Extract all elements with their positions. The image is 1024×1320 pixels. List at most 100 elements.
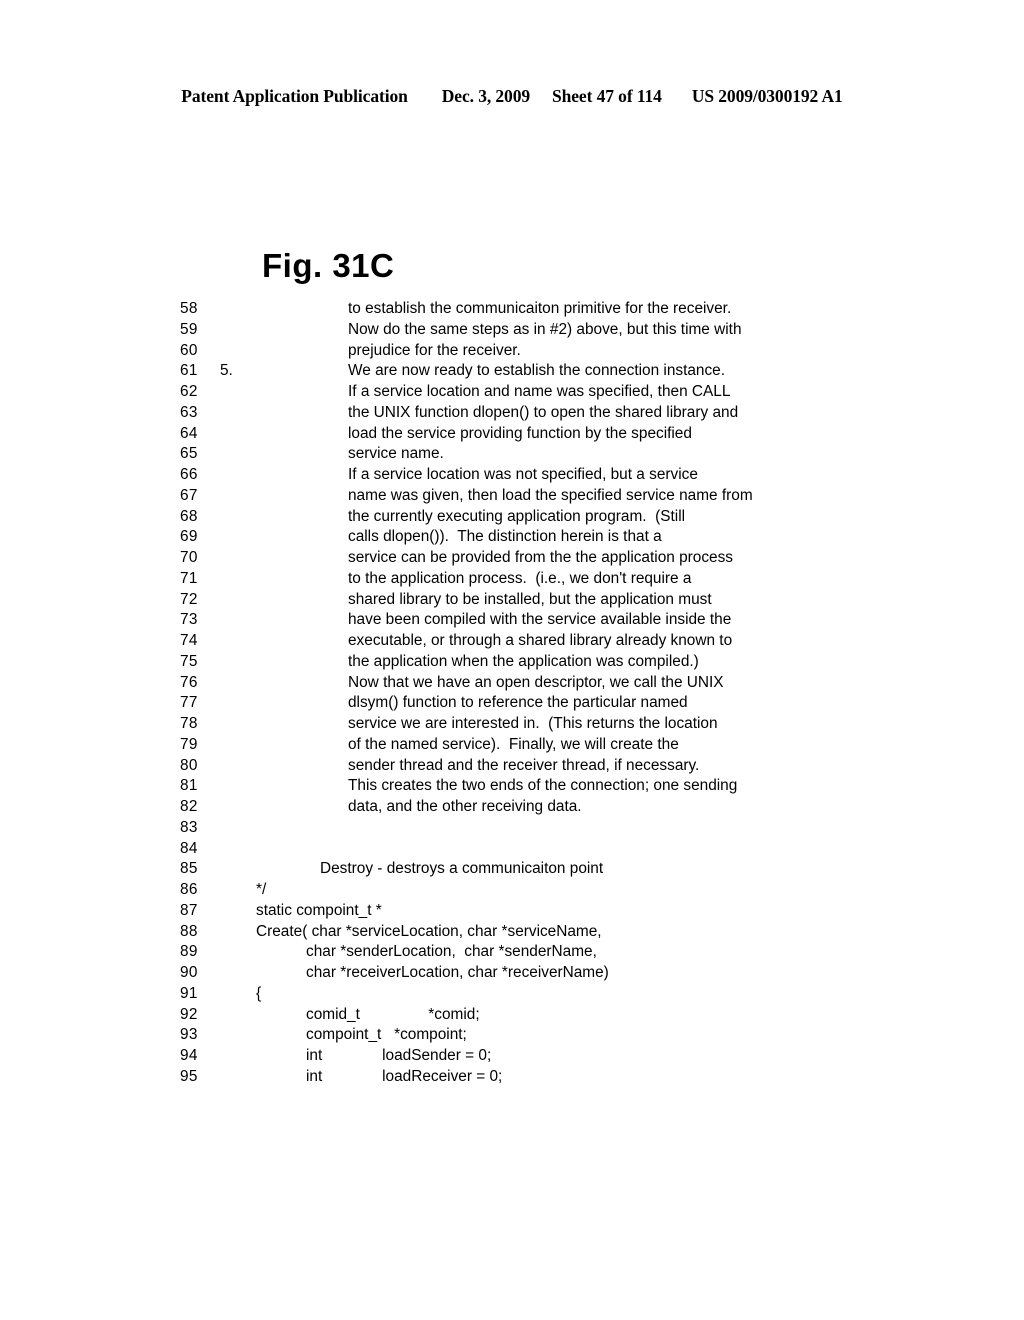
line-number: 89 [180,943,198,961]
line-number: 63 [180,403,198,421]
line-number: 82 [180,798,198,815]
page-header: Patent Application Publication Dec. 3, 2… [0,86,1024,107]
publication-date: Dec. 3, 2009 [441,86,530,106]
line-number: 77 [180,694,198,712]
line-number: 67 [180,486,198,504]
line-text: We are now ready to establish the connec… [348,362,726,380]
line-text: { [256,984,262,1002]
code-line: 76 Now that we have an open descriptor, w… [180,673,753,694]
code-line: 65 service name. [180,444,753,465]
line-text: name was given, then load the specified … [348,486,753,504]
code-line: 63 the UNIX function dlopen() to open the… [180,403,753,424]
line-text: data, and the other receiving data. [348,798,582,815]
code-line: 62 If a service location and name was spe… [180,382,753,403]
line-text: If a service location and name was speci… [348,383,731,400]
line-number: 81 [180,777,198,795]
line-number: 62 [180,383,198,400]
code-line: 85 Destroy - destroys a communicaiton poi… [180,859,753,880]
line-text: char *senderLocation, char *senderName, [306,943,597,961]
line-text: service can be provided from the the app… [348,549,733,566]
code-line: 58 to establish the communicaiton primiti… [180,299,753,320]
code-line: 77 dlsym() function to reference the part… [180,693,753,714]
line-number: 70 [180,549,198,566]
line-number: 59 [180,320,198,338]
line-text: Create( char *serviceLocation, char *ser… [256,922,602,940]
line-text: have been compiled with the service avai… [348,611,732,629]
code-line: 92 comid_t *comid; [180,1005,753,1026]
code-line: 83 [180,818,753,839]
code-line: 59 Now do the same steps as in #2) above,… [180,320,753,341]
line-text: prejudice for the receiver. [348,341,521,359]
line-number: 72 [180,590,198,608]
code-line: 87 static compoint_t * [180,901,753,922]
line-number: 78 [180,715,198,732]
line-text: the application when the application was… [348,652,699,670]
line-text: dlsym() function to reference the partic… [348,694,688,712]
code-line: 74 executable, or through a shared librar… [180,631,753,652]
line-number: 90 [180,964,198,981]
code-line: 79 of the named service). Finally, we wil… [180,735,753,756]
line-text: sender thread and the receiver thread, i… [348,756,700,774]
line-number: 76 [180,673,198,691]
line-number: 73 [180,611,198,629]
code-line: 68 the currently executing application pr… [180,507,753,528]
code-line: 71 to the application process. (i.e., we … [180,569,753,590]
line-number: 74 [180,632,198,649]
code-line: 91 { [180,984,753,1005]
code-line: 93 compoint_t *compoint; [180,1025,753,1046]
line-number: 66 [180,466,198,483]
line-number: 60 [180,341,198,359]
line-text: int loadReceiver = 0; [306,1067,503,1085]
line-text: */ [256,881,267,898]
line-text: calls dlopen()). The distinction herein … [348,528,662,546]
line-text: the UNIX function dlopen() to open the s… [348,403,739,421]
line-text: This creates the two ends of the connect… [348,777,738,795]
line-number: 91 [180,984,198,1002]
code-listing: 58 to establish the communicaiton primiti… [180,299,753,1088]
line-number: 68 [180,507,198,525]
code-line: 61 5. We are now ready to establish the co… [180,361,753,382]
code-line: 60 prejudice for the receiver. [180,341,753,362]
line-number: 80 [180,756,198,774]
line-text: char *receiverLocation, char *receiverNa… [306,964,609,981]
figure-title: Fig. 31C [262,247,395,284]
code-line: 73 have been compiled with the service av… [180,610,753,631]
line-number: 94 [180,1047,198,1064]
line-text: to establish the communicaiton primitive… [348,300,732,317]
patent-number: US 2009/0300192 A1 [691,86,843,106]
code-line: 84 [180,839,753,860]
line-number: 92 [180,1005,198,1023]
code-line: 89 char *senderLocation, char *senderName… [180,942,753,963]
line-text: comid_t *comid; [306,1005,480,1023]
line-text: If a service location was not specified,… [348,466,698,483]
code-line: 86 */ [180,880,753,901]
line-text: service name. [348,445,444,463]
line-number: 95 [180,1067,198,1085]
code-line: 72 shared library to be installed, but th… [180,590,753,611]
line-number: 86 [180,881,198,898]
line-number: 93 [180,1026,198,1044]
code-line: 88 Create( char *serviceLocation, char *s… [180,922,753,943]
line-number: 64 [180,424,198,442]
code-line: 69 calls dlopen()). The distinction herei… [180,527,753,548]
sheet-number: Sheet 47 of 114 [552,86,662,106]
code-line: 95 int loadReceiver = 0; [180,1067,753,1088]
line-text: int loadSender = 0; [306,1047,492,1064]
line-text: the currently executing application prog… [348,507,686,525]
line-number: 71 [180,569,198,587]
line-number: 79 [180,735,198,753]
line-text: of the named service). Finally, we will … [348,735,679,753]
code-line: 66 If a service location was not specifie… [180,465,753,486]
line-number: 75 [180,652,198,670]
line-text: load the service providing function by t… [348,424,692,442]
line-text: static compoint_t * [256,901,382,919]
code-line: 80 sender thread and the receiver thread,… [180,756,753,777]
line-text: to the application process. (i.e., we do… [348,569,692,587]
line-text: Destroy - destroys a communicaiton point [320,860,604,878]
line-text: executable, or through a shared library … [348,632,733,649]
line-number: 83 [180,818,198,836]
line-number: 85 [180,860,198,878]
line-marker: 5. [220,362,233,380]
code-line: 70 service can be provided from the the a… [180,548,753,569]
code-line: 75 the application when the application w… [180,652,753,673]
